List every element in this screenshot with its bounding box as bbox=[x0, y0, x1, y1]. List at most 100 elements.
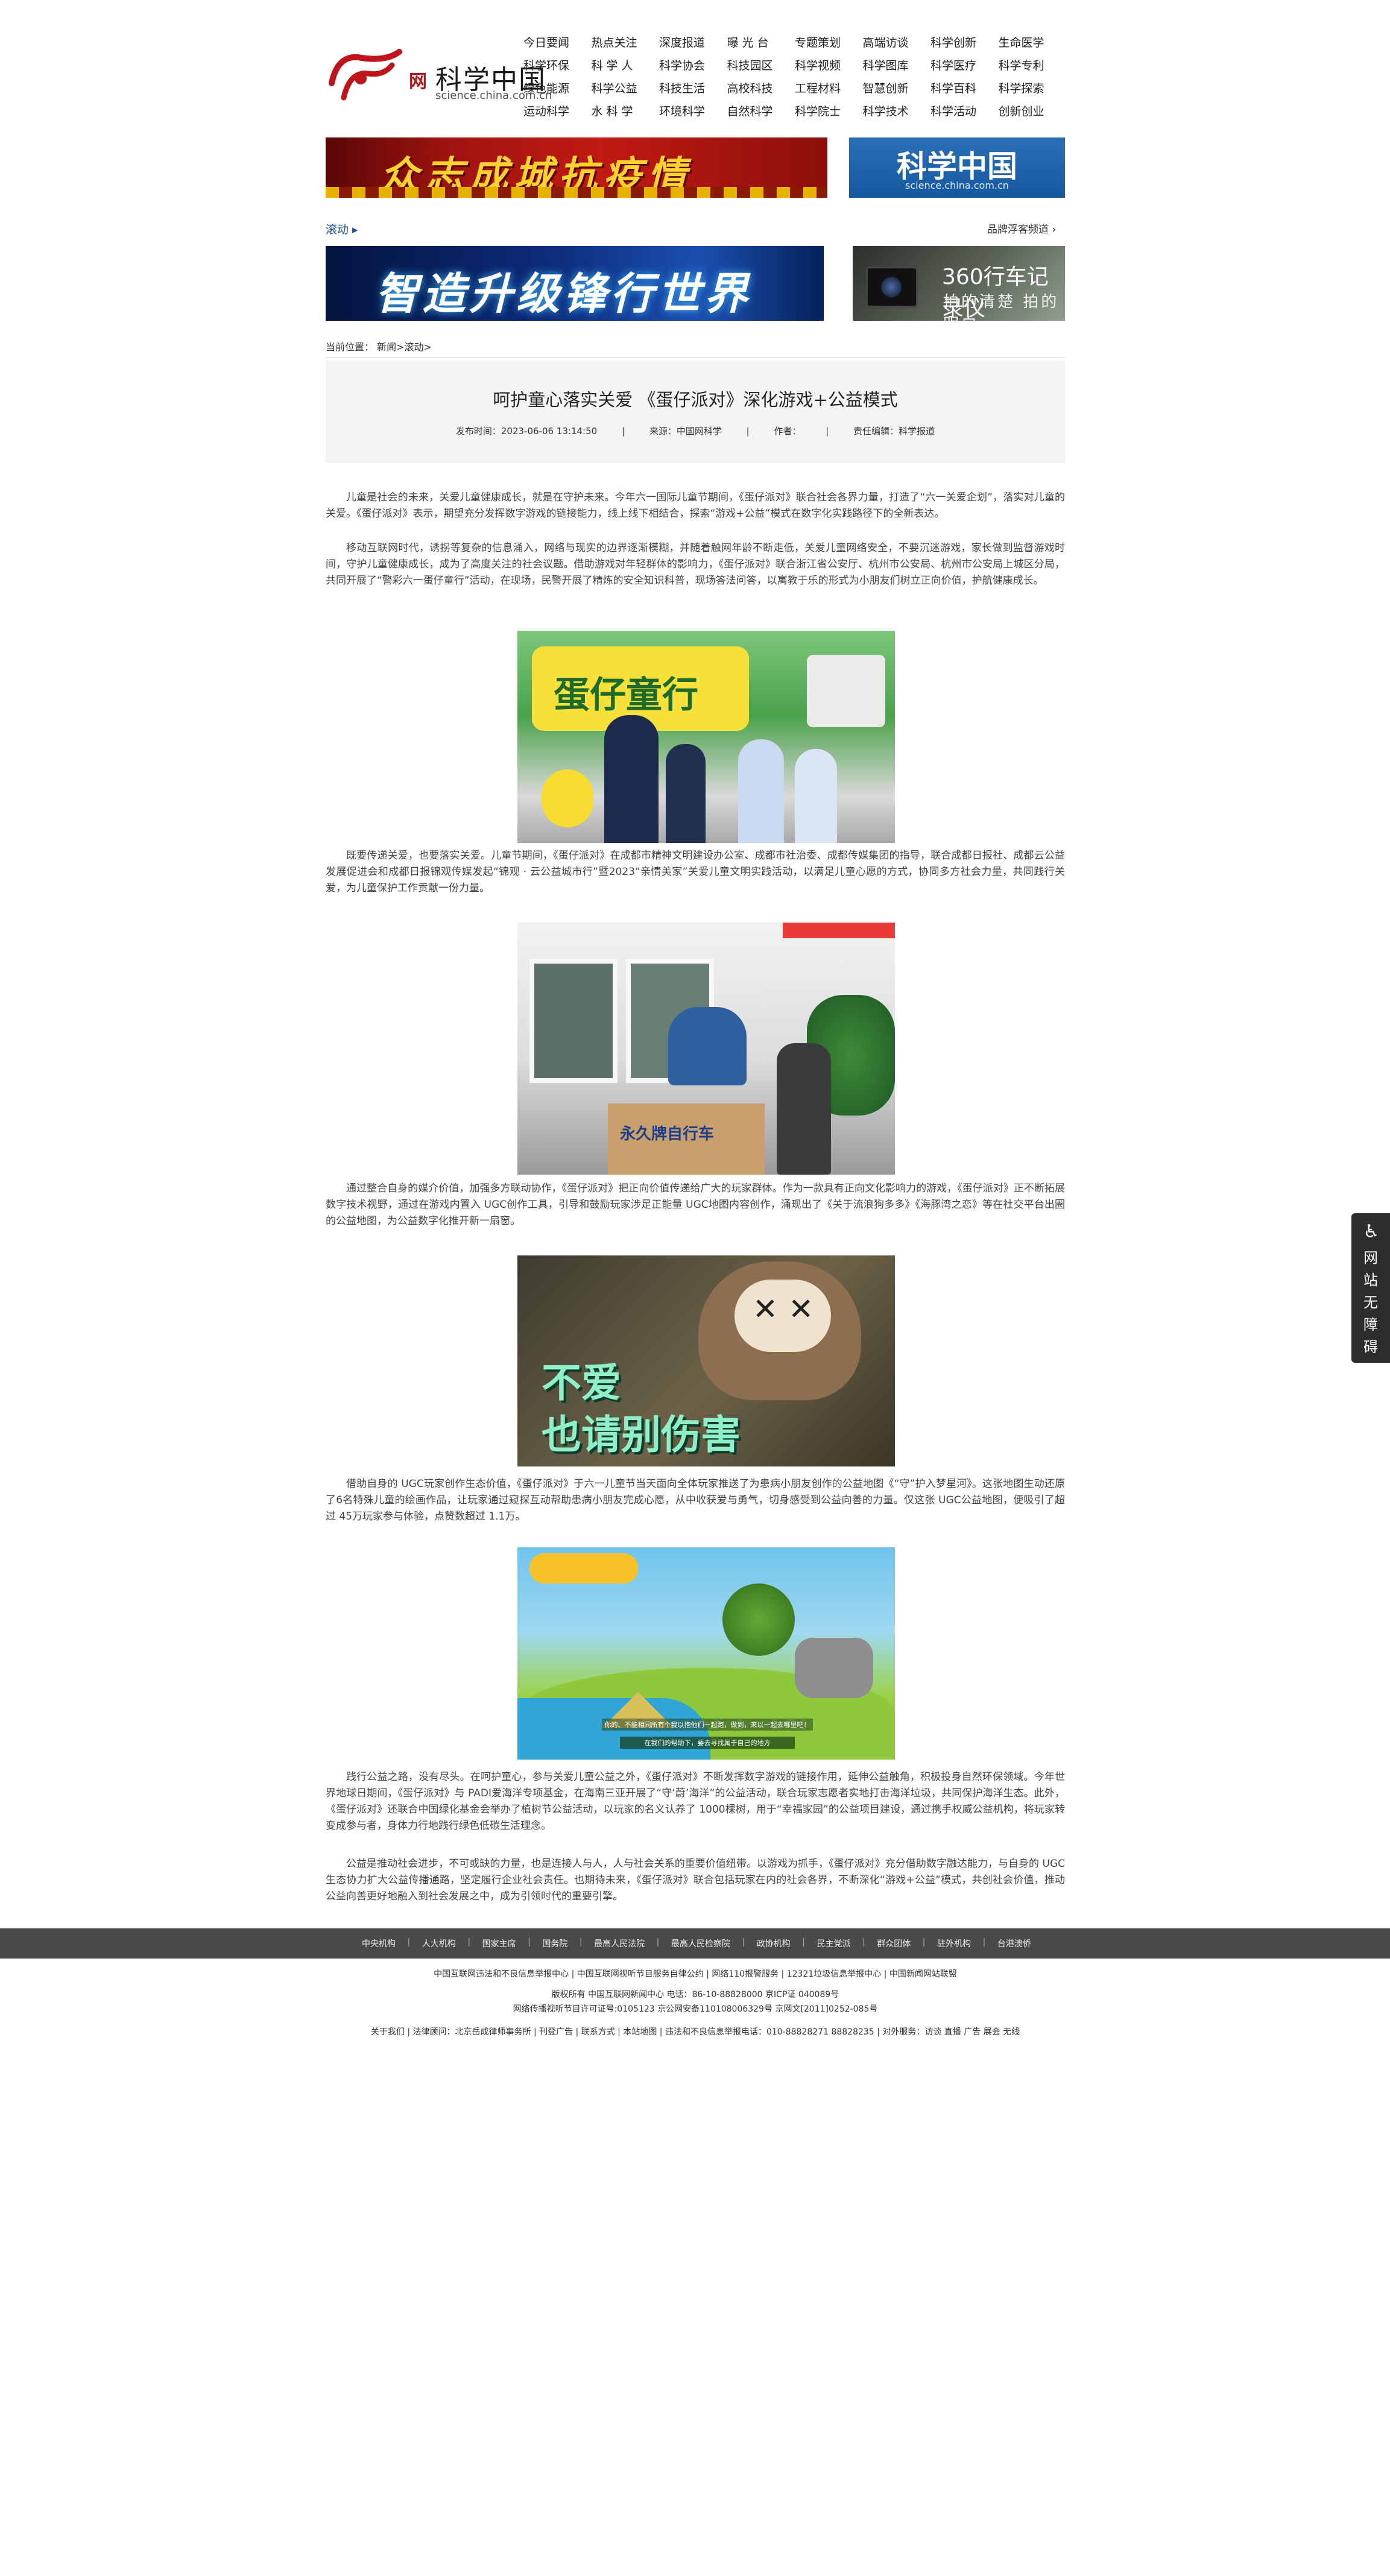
nav-item[interactable]: 科学环保 bbox=[523, 54, 592, 77]
nav-item[interactable]: 深度报道 bbox=[659, 31, 727, 54]
nav-item[interactable]: 科学公益 bbox=[592, 77, 660, 100]
nav-item[interactable]: 科学协会 bbox=[659, 54, 727, 77]
article-paragraph: 借助自身的 UGC玩家创作生态价值，《蛋仔派对》于六一儿童节当天面向全体玩家推送… bbox=[326, 1478, 1065, 1523]
nav-item[interactable]: 高端访谈 bbox=[863, 31, 931, 54]
article-paragraph: 既要传递关爱，也要落实关爱。儿童节期间，《蛋仔派对》在成都市精神文明建设办公室、… bbox=[326, 850, 1065, 894]
photo-person bbox=[738, 739, 784, 843]
banner-anti-epidemic[interactable]: 众志成城抗疫情 bbox=[326, 137, 827, 198]
photo-dialog-text: 你的、不能相同所有个我以抱他们一起跑，做到，来以一起去哪里吧！ bbox=[602, 1719, 813, 1731]
nav-item[interactable]: 科学图库 bbox=[863, 54, 931, 77]
photo-person bbox=[666, 744, 706, 843]
photo-person bbox=[777, 1043, 831, 1175]
accessibility-label: 网站无障碍 bbox=[1363, 1249, 1378, 1356]
nav-item[interactable]: 科学百科 bbox=[930, 77, 999, 100]
logo-net-text: 网 bbox=[409, 71, 427, 92]
nav-item[interactable]: 绿色能源 bbox=[523, 77, 592, 100]
footer-link[interactable]: 台港澳侨 bbox=[997, 1937, 1031, 1949]
photo-sponsor-banner bbox=[783, 923, 895, 938]
photo-display-board bbox=[807, 655, 885, 727]
footer-link[interactable]: 群众团体 bbox=[877, 1937, 911, 1949]
nav-item[interactable]: 自然科学 bbox=[727, 100, 795, 123]
nav-item[interactable]: 科学探索 bbox=[999, 77, 1067, 100]
nav-item[interactable]: 今日要闻 bbox=[523, 31, 592, 54]
china-com-logo-icon[interactable] bbox=[326, 47, 405, 101]
nav-item[interactable]: 科学院士 bbox=[795, 100, 863, 123]
nav-item[interactable]: 运动科学 bbox=[523, 100, 592, 123]
footer-link[interactable]: 最高人民检察院 bbox=[671, 1937, 730, 1949]
nav-item[interactable]: 科技园区 bbox=[727, 54, 795, 77]
nav-item[interactable]: 科学视频 bbox=[795, 54, 863, 77]
article-title: 呵护童心落实关爱 《蛋仔派对》深化游戏+公益模式 bbox=[493, 390, 898, 410]
brand-channel-link[interactable]: 品牌浮客频道 › bbox=[987, 221, 1056, 236]
article-meta: 发布时间：2023-06-06 13:14:50 | 来源：中国网科学 | 作者… bbox=[326, 425, 1065, 437]
nav-item[interactable]: 科学活动 bbox=[930, 100, 999, 123]
photo-kids bbox=[668, 1007, 747, 1085]
nav-item[interactable]: 专题策划 bbox=[795, 31, 863, 54]
banner-dashcam-ad[interactable]: 360行车记录仪 拍的清楚 拍的明白 bbox=[853, 246, 1065, 321]
footer-link[interactable]: 民主党派 bbox=[817, 1937, 850, 1949]
nav-item[interactable]: 创新创业 bbox=[999, 100, 1067, 123]
meta-separator: | bbox=[826, 426, 829, 437]
article-photo-game-screenshot: ✕ ✕ 不爱 也请别伤害 bbox=[517, 1255, 895, 1466]
article-paragraph: 移动互联网时代，诱拐等复杂的信息涌入，网络与现实的边界逐渐模糊，并随着触网年龄不… bbox=[326, 542, 1065, 587]
footer-link[interactable]: 最高人民法院 bbox=[594, 1937, 645, 1949]
article-photo-charity-event: 永久牌自行车 bbox=[517, 923, 895, 1175]
article-paragraph: 通过整合自身的媒介价值，加强多方联动协作，《蛋仔派对》把正向价值传递给广大的玩家… bbox=[326, 1182, 1065, 1227]
nav-item[interactable]: 科学技术 bbox=[863, 100, 931, 123]
footer-link[interactable]: 国家主席 bbox=[482, 1937, 516, 1949]
nav-item[interactable]: 工程材料 bbox=[795, 77, 863, 100]
footer-link[interactable]: 驻外机构 bbox=[937, 1937, 971, 1949]
photo-x-eyes-icon: ✕ ✕ bbox=[753, 1292, 814, 1327]
footer-link-bar: 中央机构 | 人大机构 | 国家主席 | 国务院 | 最高人民法院 | 最高人民检察院 | 政协机构 | 民… bbox=[0, 1928, 1390, 1959]
banner-science-china[interactable]: 科学中国 science.china.com.cn bbox=[849, 137, 1065, 198]
accessibility-button[interactable]: ♿ 网站无障碍 bbox=[1351, 1213, 1390, 1363]
nav-item[interactable]: 科 学 人 bbox=[592, 54, 660, 77]
footer-report-links[interactable]: 中国互联网违法和不良信息举报中心 | 中国互联网视听节目服务自律公约 | 网络1… bbox=[326, 1967, 1065, 1981]
footer-link-separator: | bbox=[656, 1937, 660, 1947]
footer-link[interactable]: 人大机构 bbox=[422, 1937, 456, 1949]
meta-separator: | bbox=[746, 426, 750, 437]
photo-dialog-text: 在我们的帮助下，要去寻找属于自己的地方 bbox=[620, 1737, 795, 1749]
nav-item[interactable]: 科技生活 bbox=[659, 77, 727, 100]
article-paragraph: 公益是推动社会进步，不可或缺的力量，也是连接人与人，人与社会关系的重要价值纽带。… bbox=[326, 1858, 1065, 1902]
footer-link-separator: | bbox=[802, 1937, 805, 1947]
nav-item[interactable]: 水 科 学 bbox=[592, 100, 660, 123]
article-source: 来源：中国网科学 bbox=[649, 426, 722, 437]
photo-mascot bbox=[542, 769, 593, 827]
nav-item[interactable]: 智慧创新 bbox=[863, 77, 931, 100]
photo-event-sign: 蛋仔童行 bbox=[554, 674, 698, 716]
article-photo-police-kids: 蛋仔童行 bbox=[517, 631, 895, 843]
footer-license: 网络传播视听节目许可证号:0105123 京公网安备110108006329号 … bbox=[513, 2004, 878, 2014]
nav-item[interactable]: 热点关注 bbox=[592, 31, 660, 54]
meta-separator: | bbox=[621, 426, 625, 437]
photo-box-label: 永久牌自行车 bbox=[620, 1125, 715, 1143]
nav-item[interactable]: 科学创新 bbox=[930, 31, 999, 54]
breadcrumb[interactable]: 当前位置： 新闻>滚动> bbox=[326, 339, 432, 353]
nav-item[interactable]: 环境科学 bbox=[659, 100, 727, 123]
footer-links: 中央机构 | 人大机构 | 国家主席 | 国务院 | 最高人民法院 | 最高人民检察院 | 政协机构 | 民… bbox=[362, 1937, 1031, 1949]
article-header: 呵护童心落实关爱 《蛋仔派对》深化游戏+公益模式 发布时间：2023-06-06… bbox=[326, 361, 1065, 463]
banner-dashcam-subtitle: 拍的清楚 拍的明白 bbox=[943, 293, 1060, 321]
article-paragraph: 践行公益之路，没有尽头。在呵护童心，参与关爱儿童公益之外，《蛋仔派对》不断发挥数… bbox=[326, 1771, 1065, 1832]
banner-upgrade-ad[interactable]: 智造升级锋行世界 bbox=[326, 246, 824, 321]
photo-window bbox=[529, 959, 618, 1083]
nav-item[interactable]: 曝 光 台 bbox=[727, 31, 795, 54]
footer-about-links[interactable]: 关于我们 | 法律顾问：北京岳成律师事务所 | 刊登广告 | 联系方式 | 本站… bbox=[326, 2025, 1065, 2039]
photo-caption-line: 也请别伤害 bbox=[542, 1412, 741, 1458]
photo-person bbox=[795, 749, 837, 843]
channel-nav: 今日要闻 热点关注 深度报道曝 光 台专题策划 高端访谈 科学创新 生命医学科学环保科 学… bbox=[523, 31, 1066, 123]
footer-link-separator: | bbox=[528, 1937, 531, 1947]
nav-item[interactable]: 科学专利 bbox=[999, 54, 1067, 77]
publish-time: 发布时间：2023-06-06 13:14:50 bbox=[455, 426, 598, 437]
rolling-news-link[interactable]: 滚动 ▸ bbox=[326, 221, 358, 237]
footer-link[interactable]: 政协机构 bbox=[757, 1937, 791, 1949]
nav-item[interactable]: 生命医学 bbox=[999, 31, 1067, 54]
photo-caption-line: 不爱 bbox=[542, 1360, 621, 1406]
banner-decor-strip bbox=[326, 187, 827, 198]
footer-link-separator: | bbox=[982, 1937, 986, 1947]
nav-item[interactable]: 科学医疗 bbox=[930, 54, 999, 77]
footer-link[interactable]: 中央机构 bbox=[362, 1937, 396, 1949]
nav-item[interactable]: 高校科技 bbox=[727, 77, 795, 100]
footer-link-separator: | bbox=[407, 1937, 411, 1947]
footer-link[interactable]: 国务院 bbox=[542, 1937, 567, 1949]
